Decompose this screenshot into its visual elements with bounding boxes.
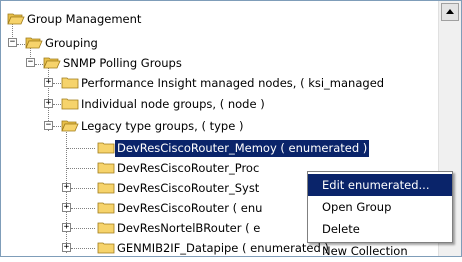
expand-toggle[interactable]: +	[62, 203, 71, 212]
tree-item-snmp-polling-groups[interactable]: − SNMP Polling Groups	[1, 53, 431, 73]
tree-item-devrescisco-memory[interactable]: DevResCiscoRouter_Memoy ( enumerated )	[1, 138, 438, 158]
folder-icon	[61, 98, 79, 110]
expand-toggle[interactable]: +	[62, 243, 71, 252]
folder-open-icon	[61, 120, 79, 132]
tree-item-label: Individual node groups, ( node )	[81, 96, 265, 111]
expand-toggle[interactable]: +	[62, 183, 71, 192]
folder-open-icon	[7, 13, 25, 25]
tree-item-label: SNMP Polling Groups	[63, 55, 182, 70]
collapse-toggle[interactable]: −	[44, 121, 53, 130]
folder-icon	[97, 202, 115, 214]
folder-icon	[97, 142, 115, 154]
folder-icon	[97, 242, 115, 254]
tree-item-label: DevResNortelBRouter ( e	[117, 220, 261, 235]
menu-item-edit-enumerated[interactable]: Edit enumerated...	[308, 174, 452, 196]
scroll-up-button[interactable]	[441, 3, 459, 21]
tree-item-label: Performance Insight managed nodes, ( ksi…	[81, 75, 385, 90]
tree-item-label: DevResCiscoRouter_Syst	[117, 180, 260, 195]
collapse-toggle[interactable]: −	[26, 58, 35, 67]
folder-icon	[61, 77, 79, 89]
folder-icon	[97, 162, 115, 174]
tree-item-group-management[interactable]: Group Management	[1, 9, 431, 29]
tree-item-label: Grouping	[45, 35, 98, 50]
folder-icon	[97, 182, 115, 194]
context-menu: Edit enumerated... Open Group Delete New…	[307, 171, 453, 258]
expand-toggle[interactable]: +	[44, 99, 53, 108]
menu-item-delete[interactable]: Delete	[308, 218, 452, 240]
tree-item-label: GENMIB2IF_Datapipe ( enumerated )	[117, 240, 329, 255]
expand-toggle[interactable]: +	[44, 78, 53, 87]
folder-icon	[97, 222, 115, 234]
tree-item-label-selected: DevResCiscoRouter_Memoy ( enumerated )	[115, 139, 370, 157]
collapse-toggle[interactable]: −	[8, 38, 17, 47]
tree-item-label: Legacy type groups, ( type )	[81, 118, 244, 133]
folder-open-icon	[25, 37, 43, 49]
menu-item-open-group[interactable]: Open Group	[308, 196, 452, 218]
expand-toggle[interactable]: +	[62, 223, 71, 232]
tree-item-label: DevResCiscoRouter_Proc	[117, 160, 260, 175]
menu-item-new-collection[interactable]: New Collection	[308, 240, 452, 262]
tree-item-label: Group Management	[27, 11, 142, 26]
tree-item-individual-node-groups[interactable]: + Individual node groups, ( node )	[1, 94, 431, 114]
tree-item-legacy-type-groups[interactable]: − Legacy type groups, ( type )	[1, 116, 431, 136]
tree-item-label: DevResCiscoRouter ( enu	[117, 200, 263, 215]
folder-open-icon	[43, 57, 61, 69]
tree-item-performance-insight[interactable]: + Performance Insight managed nodes, ( k…	[1, 73, 438, 93]
tree-item-grouping[interactable]: − Grouping	[1, 33, 431, 53]
